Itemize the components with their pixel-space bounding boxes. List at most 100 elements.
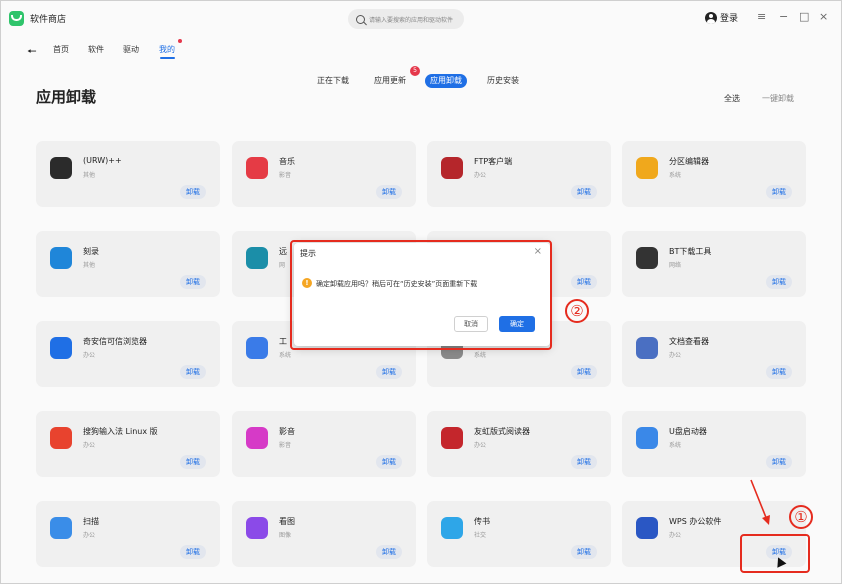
app-name: 奇安信可信浏览器 [83,337,147,346]
app-category: 办公 [83,442,96,449]
notification-dot [178,39,182,43]
nav-mine[interactable]: 我的 [159,44,175,55]
uninstall-button[interactable]: 卸载 [376,185,402,199]
app-card[interactable]: 文档查看器 办公 卸载 [622,321,806,387]
uninstall-button[interactable]: 卸载 [376,455,402,469]
app-card[interactable]: 音乐影音卸载 [232,141,416,207]
search-input[interactable]: 请输入要搜索的应用和驱动软件 [348,9,464,29]
sogou-icon [50,427,72,449]
app-card[interactable]: 分区编辑器系统卸载 [622,141,806,207]
title-bar: 软件商店 请输入要搜索的应用和驱动软件 登录 ≡ − □ × [0,0,842,36]
app-name: BT下载工具 [669,247,712,256]
app-category: 图像 [279,532,292,539]
app-card[interactable]: FTP客户端 办公 卸载 [427,141,611,207]
app-card[interactable]: 传书 社交 卸载 [427,501,611,567]
app-card[interactable]: 影音 影音 卸载 [232,411,416,477]
uninstall-button[interactable]: 卸载 [180,365,206,379]
uninstall-button[interactable]: 卸载 [180,275,206,289]
app-name: 影音 [279,427,295,436]
app-card[interactable]: (URW)++ 其他 卸载 [36,141,220,207]
app-name: (URW)++ [83,156,122,165]
app-title: 软件商店 [30,15,67,25]
annotation-step-1: ① [789,505,813,529]
toolbox-icon [246,337,268,359]
app-card[interactable]: 奇安信可信浏览器 办公 卸载 [36,321,220,387]
app-category: 系统 [279,352,292,359]
partition-icon [636,157,658,179]
app-name: 远 [279,247,287,256]
app-category: 系统 [669,172,682,179]
app-category: 办公 [474,442,487,449]
app-name: 分区编辑器 [669,157,709,166]
app-name: 音乐 [279,157,295,166]
menu-icon[interactable]: ≡ [757,10,766,23]
tab-updates[interactable]: 应用更新 [374,74,406,88]
app-card[interactable]: BT下载工具 网络 卸载 [622,231,806,297]
uninstall-button[interactable]: 卸载 [571,455,597,469]
app-name: 传书 [474,517,490,526]
app-name: 文档查看器 [669,337,709,346]
tab-history[interactable]: 历史安装 [487,74,519,88]
back-arrow-icon[interactable]: 🠔 [27,43,37,62]
app-category: 办公 [669,532,682,539]
uninstall-button[interactable]: 卸载 [180,545,206,559]
app-category: 办公 [83,532,96,539]
uninstall-button[interactable]: 卸载 [766,455,792,469]
search-placeholder: 请输入要搜索的应用和驱动软件 [369,16,454,24]
uninstall-button[interactable]: 卸载 [766,185,792,199]
login-button[interactable]: 登录 [705,11,738,24]
login-label: 登录 [720,14,739,24]
app-card[interactable]: 刻录 其他 卸载 [36,231,220,297]
uninstall-button[interactable]: 卸载 [180,185,206,199]
app-category: 办公 [474,172,487,179]
uninstall-button[interactable]: 卸载 [571,185,597,199]
annotation-box-dialog [290,240,552,350]
uninstall-button[interactable]: 卸载 [571,365,597,379]
uninstall-button[interactable]: 卸载 [376,545,402,559]
user-icon [705,11,717,24]
nav-drivers[interactable]: 驱动 [123,44,139,55]
wps-icon [636,517,658,539]
uninstall-button[interactable]: 卸载 [376,365,402,379]
app-name: 看图 [279,517,295,526]
browser-icon [50,337,72,359]
app-card[interactable]: 搜狗输入法 Linux 版办公 卸载 [36,411,220,477]
uninstall-button[interactable]: 卸载 [766,275,792,289]
uninstall-button[interactable]: 卸载 [180,455,206,469]
app-category: 网 [279,262,286,269]
minimize-icon[interactable]: − [779,10,788,23]
close-icon[interactable]: × [819,10,828,23]
tab-bar: 正在下载 应用更新 5 应用卸载 历史安装 [0,66,842,90]
app-category: 系统 [474,352,487,359]
nav-home[interactable]: 首页 [53,44,69,55]
app-window: 软件商店 请输入要搜索的应用和驱动软件 登录 ≡ − □ × 🠔 首页 软件 驱… [0,0,842,584]
nav-software[interactable]: 软件 [88,44,104,55]
gears-icon [50,157,72,179]
tab-uninstall[interactable]: 应用卸载 [425,74,467,88]
disc-icon [50,247,72,269]
annotation-arrow [750,479,770,525]
app-card[interactable]: U盘启动器 系统 卸载 [622,411,806,477]
filezilla-icon [441,157,463,179]
app-name: 扫描 [83,517,99,526]
app-category: 系统 [669,442,682,449]
uninstall-button[interactable]: 卸载 [766,365,792,379]
uninstall-all-button[interactable]: 一键卸载 [762,93,794,104]
app-category: 影音 [279,172,292,179]
uninstall-button[interactable]: 卸载 [571,545,597,559]
annotation-step-2: ② [565,299,589,323]
music-icon [246,157,268,179]
video-icon [246,427,268,449]
remote-icon [246,247,268,269]
app-card[interactable]: 扫描办公卸载 [36,501,220,567]
app-name: WPS 办公软件 [669,517,722,526]
tab-downloading[interactable]: 正在下载 [317,74,349,88]
bt-icon [636,247,658,269]
app-category: 影音 [279,442,292,449]
page-title: 应用卸载 [36,88,97,106]
maximize-icon[interactable]: □ [799,10,809,23]
uninstall-button[interactable]: 卸载 [571,275,597,289]
app-card[interactable]: 看图图像卸载 [232,501,416,567]
select-all-button[interactable]: 全选 [724,93,740,104]
app-card[interactable]: 友虹版式阅读器 办公 卸载 [427,411,611,477]
